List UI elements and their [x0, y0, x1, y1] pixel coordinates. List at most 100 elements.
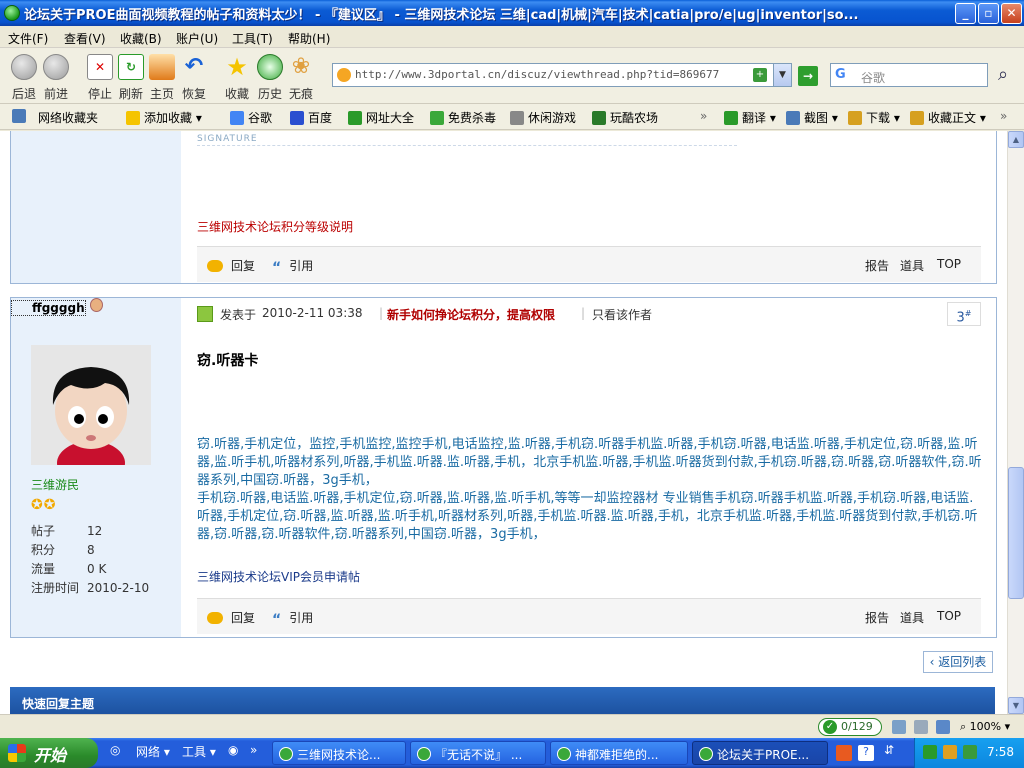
close-button[interactable]: ✕ — [1001, 3, 1022, 24]
fav-net-favorites-label[interactable]: 网络收藏夹 — [38, 109, 98, 126]
tools-link[interactable]: 道具 — [900, 257, 924, 274]
only-author-link[interactable]: 只看该作者 — [592, 306, 652, 323]
author-name[interactable]: ffggggh — [11, 300, 86, 316]
go-button[interactable]: → — [798, 66, 818, 86]
fav-sites[interactable]: 网址大全 — [348, 109, 414, 126]
search-box[interactable]: G 谷歌 — [830, 63, 988, 87]
network-icon[interactable] — [892, 720, 906, 734]
start-button[interactable]: 开始 — [0, 738, 98, 768]
zoom-level[interactable]: ⌕ 100% ▾ — [960, 720, 1010, 734]
address-url[interactable]: http://www.3dportal.cn/discuz/viewthread… — [355, 68, 719, 81]
security-tray-icon[interactable] — [943, 745, 957, 759]
quicklaunch-browser-icon[interactable]: ◎ — [110, 743, 120, 757]
refresh-icon: ↻ — [118, 54, 144, 80]
taskbar-item[interactable]: 神都难拒绝的... — [550, 741, 688, 765]
site-favicon — [337, 68, 351, 82]
baidu-icon — [290, 111, 304, 125]
quote-button[interactable]: “引用 — [272, 609, 313, 628]
fav-net-favorites[interactable] — [12, 109, 30, 123]
quicklaunch-ie-icon[interactable]: ◉ — [228, 743, 238, 757]
fav-antivirus[interactable]: 免费杀毒 — [430, 109, 496, 126]
floor-number[interactable]: 3# — [947, 302, 981, 326]
top-link[interactable]: TOP — [937, 609, 961, 623]
sites-icon — [348, 111, 362, 125]
avatar[interactable] — [31, 345, 151, 485]
fav-save-text[interactable]: 收藏正文 ▾ — [910, 109, 986, 126]
scroll-up-icon[interactable]: ▲ — [1008, 131, 1024, 148]
address-dropdown-icon[interactable]: ▼ — [773, 64, 791, 86]
home-button[interactable]: 主页 — [146, 54, 178, 102]
menu-file[interactable]: 文件(F) — [8, 30, 48, 47]
quicklaunch-network[interactable]: 网络 ▾ — [136, 743, 170, 760]
reply-button[interactable]: 回复 — [207, 609, 255, 626]
quicklaunch-tools[interactable]: 工具 ▾ — [182, 743, 216, 760]
tray-expand-icon[interactable]: ⇵ — [884, 743, 894, 757]
tray-help-icon[interactable]: ? — [858, 745, 874, 761]
search-input[interactable]: 谷歌 — [861, 69, 885, 86]
scroll-thumb[interactable] — [1008, 467, 1024, 599]
menu-view[interactable]: 查看(V) — [64, 30, 106, 47]
report-link[interactable]: 报告 — [865, 609, 889, 626]
fav-games[interactable]: 休闲游戏 — [510, 109, 576, 126]
credit-rules-link[interactable]: 三维网技术论坛积分等级说明 — [197, 218, 353, 235]
restore-button[interactable]: ↶ 恢复 — [178, 54, 210, 102]
tray-s-icon[interactable] — [836, 745, 852, 761]
scroll-down-icon[interactable]: ▼ — [1008, 697, 1024, 714]
taskbar-item-active[interactable]: 论坛关于PROE... — [692, 741, 828, 765]
favorites-button[interactable]: ★ 收藏 — [221, 54, 253, 102]
forward-button[interactable]: 前进 — [40, 54, 72, 102]
fav-screenshot[interactable]: 截图 ▾ — [786, 109, 838, 126]
taskbar-item[interactable]: 三维网技术论... — [272, 741, 406, 765]
page-icon[interactable] — [914, 720, 928, 734]
fav-baidu[interactable]: 百度 — [290, 109, 332, 126]
fav-more-icon[interactable]: » — [700, 109, 707, 123]
vertical-scrollbar[interactable]: ▲ ▼ — [1007, 131, 1024, 714]
address-bar[interactable]: http://www.3dportal.cn/discuz/viewthread… — [332, 63, 792, 87]
history-button[interactable]: 历史 — [254, 54, 286, 102]
security-icon[interactable]: + — [753, 68, 767, 82]
credit-guide-link[interactable]: 新手如何挣论坛积分，提高权限 — [387, 306, 555, 323]
reply-button[interactable]: 回复 — [207, 257, 255, 274]
fav-google[interactable]: 谷歌 — [230, 109, 272, 126]
paw-icon: ❀ — [291, 54, 311, 79]
quote-icon: “ — [272, 612, 282, 628]
google-icon[interactable]: G — [835, 67, 846, 82]
refresh-button[interactable]: ↻ 刷新 — [115, 54, 147, 102]
fav-add[interactable]: 添加收藏 ▾ — [126, 109, 202, 126]
post-body: 窃.听器,手机定位，监控,手机监控,监控手机,电话监控,监.听器,手机窃.听器手… — [197, 436, 983, 544]
fav-translate[interactable]: 翻译 ▾ — [724, 109, 776, 126]
back-to-list-button[interactable]: ‹ 返回列表 — [923, 651, 993, 673]
rank-stars-icon: ✪✪ — [31, 497, 57, 513]
back-arrow-icon — [11, 54, 37, 80]
post-title: 窃.听器卡 — [197, 353, 259, 369]
back-button[interactable]: 后退 — [8, 54, 40, 102]
stop-button[interactable]: ✕ 停止 — [84, 54, 116, 102]
minimize-button[interactable]: _ — [955, 3, 976, 24]
shield-icon[interactable] — [923, 745, 937, 759]
volume-icon[interactable] — [936, 720, 950, 734]
incognito-button[interactable]: ❀ 无痕 — [285, 54, 317, 102]
top-link[interactable]: TOP — [937, 257, 961, 271]
tools-link[interactable]: 道具 — [900, 609, 924, 626]
search-icon[interactable]: ⌕ — [990, 64, 1016, 88]
report-link[interactable]: 报告 — [865, 257, 889, 274]
avatar-image — [31, 345, 151, 485]
ad-block-counter[interactable]: 0/129 — [818, 718, 882, 736]
star-icon: ★ — [226, 53, 248, 81]
menu-favorites[interactable]: 收藏(B) — [120, 30, 162, 47]
menu-account[interactable]: 账户(U) — [176, 30, 218, 47]
antivirus-tray-icon[interactable] — [963, 745, 977, 759]
fav-farm[interactable]: 玩酷农场 — [592, 109, 658, 126]
menu-tools[interactable]: 工具(T) — [232, 30, 273, 47]
menu-help[interactable]: 帮助(H) — [288, 30, 330, 47]
vip-apply-link[interactable]: 三维网技术论坛VIP会员申请帖 — [197, 568, 360, 585]
post-icon — [197, 306, 213, 322]
clock[interactable]: 7:58 — [987, 745, 1014, 759]
quote-button[interactable]: “引用 — [272, 257, 313, 276]
fav-download[interactable]: 下载 ▾ — [848, 109, 900, 126]
favbar-overflow-icon[interactable]: » — [1000, 109, 1007, 123]
taskbar-item[interactable]: 『无话不说』 ... — [410, 741, 546, 765]
maximize-button[interactable]: ▫ — [978, 3, 999, 24]
quicklaunch-more-icon[interactable]: » — [250, 743, 257, 757]
post-actions: 回复 “引用 报告 道具 TOP — [197, 598, 981, 634]
